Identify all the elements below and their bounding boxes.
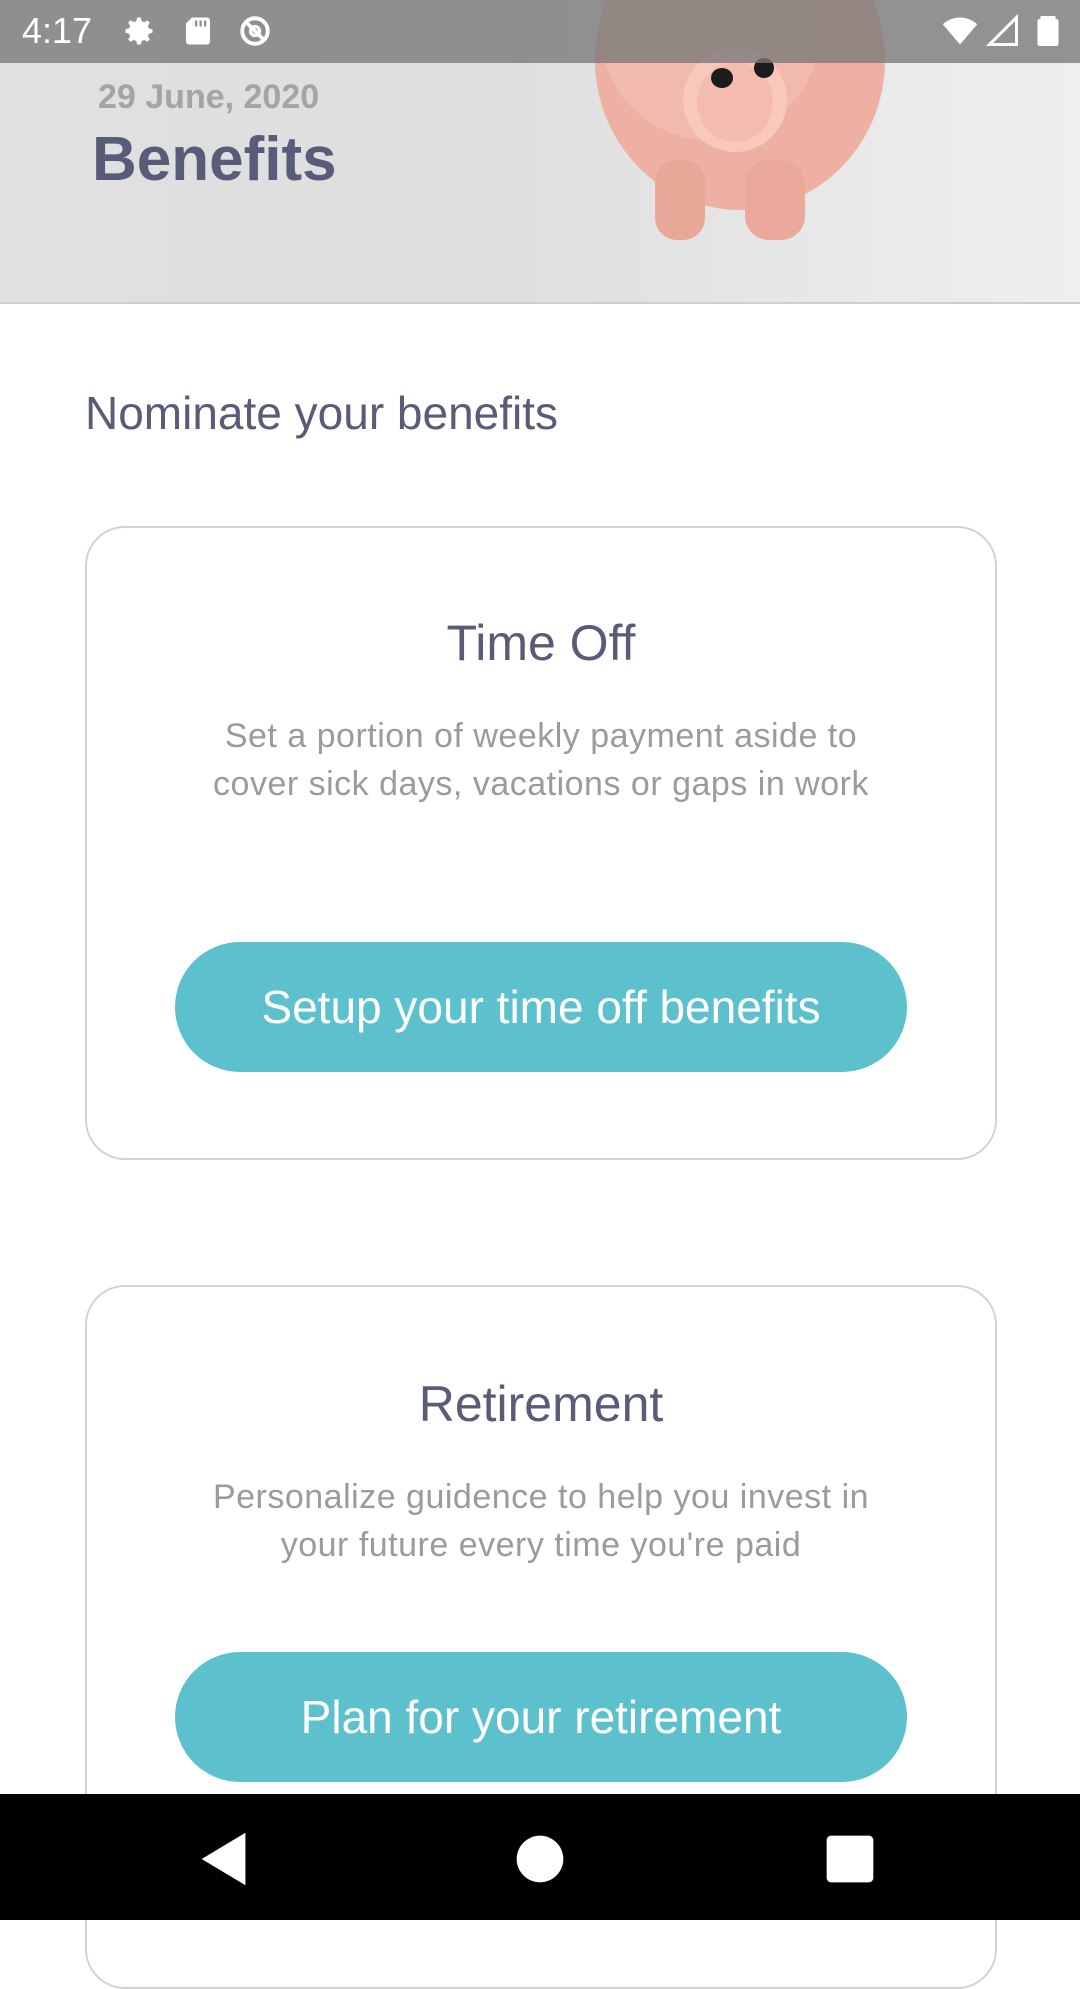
card-title: Retirement bbox=[418, 1376, 664, 1432]
header-date: 29 June, 2020 bbox=[98, 78, 320, 116]
page-title: Benefits bbox=[92, 125, 337, 194]
recents-icon[interactable] bbox=[815, 1824, 885, 1894]
gear-icon bbox=[125, 17, 153, 45]
card-description: Set a portion of weekly payment aside to… bbox=[213, 717, 869, 803]
sync-icon bbox=[240, 16, 270, 46]
plan-retirement-button[interactable]: Plan for your retirement bbox=[175, 1652, 907, 1782]
wifi-icon bbox=[942, 17, 978, 45]
status-time: 4:17 bbox=[22, 10, 93, 51]
sd-card-icon bbox=[186, 17, 210, 45]
section-title: Nominate your benefits bbox=[85, 387, 559, 439]
card-description: Personalize guidence to help you invest … bbox=[212, 1478, 870, 1564]
home-icon[interactable] bbox=[505, 1824, 575, 1894]
setup-time-off-button[interactable]: Setup your time off benefits bbox=[175, 942, 907, 1072]
benefit-card-time-off: Time Off Set a portion of weekly payment… bbox=[85, 526, 997, 1160]
navigation-bar bbox=[0, 1794, 1080, 1920]
status-bar: 4:17 bbox=[0, 0, 1080, 63]
battery-icon bbox=[1037, 16, 1059, 46]
card-title: Time Off bbox=[446, 615, 636, 671]
signal-icon bbox=[985, 13, 1018, 46]
back-icon[interactable] bbox=[190, 1824, 260, 1894]
